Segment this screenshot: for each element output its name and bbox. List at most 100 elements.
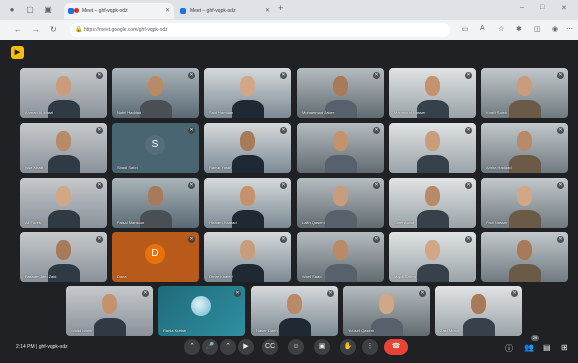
participant-tile[interactable]: ✕: [481, 232, 568, 282]
person-head: [56, 76, 71, 96]
mic-off-icon: ✕: [188, 182, 195, 189]
extensions-icon[interactable]: ✱: [516, 25, 522, 33]
participant-name: Majdi Salem: [394, 274, 417, 279]
activities-icon[interactable]: ⊞: [561, 343, 568, 352]
microphone-icon[interactable]: 🎤: [202, 339, 218, 355]
participant-tile[interactable]: ✕ Issa Khalil: [20, 123, 107, 173]
participant-tile[interactable]: ✕ Wael Saad: [297, 232, 384, 282]
raise-hand-icon[interactable]: ✋: [340, 339, 356, 355]
maximize-button[interactable]: □: [540, 4, 544, 11]
person-body: [232, 155, 264, 173]
participant-tile[interactable]: ✕ Naser Odeh: [251, 286, 338, 336]
close-tab-icon[interactable]: ✕: [265, 3, 270, 19]
participant-tile[interactable]: ✕: [297, 123, 384, 173]
participant-tile[interactable]: ✕ Amira Haddad: [481, 123, 568, 173]
participant-tile[interactable]: ✕ Laith Qasem: [297, 178, 384, 228]
address-bar[interactable]: 🔒 https://meet.google.com/ghf-vqpk-odz: [70, 23, 450, 37]
person-head: [471, 294, 486, 314]
participant-tile[interactable]: ✕ Mohammad Jaber: [297, 68, 384, 118]
info-icon[interactable]: ⓘ: [505, 343, 513, 354]
person-body: [232, 100, 264, 118]
collections-icon[interactable]: ◫: [534, 25, 541, 33]
back-arrow-icon[interactable]: ←: [14, 25, 22, 34]
cam-options-button[interactable]: ⌃: [220, 339, 236, 355]
chat-icon[interactable]: ▤: [543, 343, 551, 352]
participant-tile[interactable]: ✕ Ramzi Yusuf: [204, 123, 291, 173]
participant-name: Hisham Hamad: [209, 220, 237, 225]
minimize-button[interactable]: –: [520, 4, 524, 11]
person-head: [517, 186, 532, 206]
close-window-button[interactable]: ✕: [561, 4, 567, 12]
participant-name: Nabil Haddad: [117, 110, 142, 115]
person-head: [148, 76, 163, 96]
present-icon[interactable]: ▣: [314, 339, 330, 355]
browser-chrome: ● ▢ ▣ Meet – ghf-vqpk-odz ✕ Meet – ghf-v…: [0, 0, 578, 40]
mic-off-icon: ✕: [465, 127, 472, 134]
people-icon[interactable]: 👥: [524, 343, 534, 352]
participant-tile[interactable]: ✕ Yousef Qasem: [343, 286, 430, 336]
participant-tile[interactable]: ✕ Walid Nimer: [66, 286, 153, 336]
participant-tile[interactable]: ✕ Hisham Hamad: [204, 178, 291, 228]
participant-tile[interactable]: D ✕ Dana: [112, 232, 199, 282]
favorite-star-icon[interactable]: ☆: [498, 25, 504, 33]
participant-name: Dana: [117, 274, 127, 279]
participant-tile[interactable]: ✕ Khalil Saleh: [481, 68, 568, 118]
workspaces-icon[interactable]: ▢: [26, 6, 34, 14]
tab-actions-icon[interactable]: ▣: [44, 6, 52, 14]
person-body: [325, 210, 357, 228]
participant-name: Sami Awad: [394, 220, 414, 225]
mic-options-button[interactable]: ⌃: [184, 339, 200, 355]
end-call-icon[interactable]: ☎: [384, 339, 408, 355]
participant-tile[interactable]: ✕: [389, 123, 476, 173]
person-head: [240, 240, 255, 260]
participant-name: Wael Saad: [302, 274, 322, 279]
tab-meet-2[interactable]: Meet – ghf-vqpk-odz ✕: [176, 3, 274, 19]
person-head: [56, 186, 71, 206]
person-head: [148, 186, 163, 206]
participant-tile[interactable]: ✕ Omar Khaled: [204, 232, 291, 282]
participant-tile[interactable]: ✕ Ali Fares: [20, 178, 107, 228]
person-head: [56, 240, 71, 260]
participant-tile[interactable]: ✕ Nabil Haddad: [112, 68, 199, 118]
participant-tile[interactable]: ✕ Faisal Mansour: [112, 178, 199, 228]
participant-tile[interactable]: ✕ Fadi Nasser: [481, 178, 568, 228]
camera-icon[interactable]: ▶: [238, 339, 254, 355]
new-tab-button[interactable]: +: [278, 3, 283, 13]
person-head: [379, 294, 394, 314]
participant-tile[interactable]: ✕ Majdi Salem: [389, 232, 476, 282]
forward-arrow-icon[interactable]: →: [32, 25, 40, 34]
participant-tile[interactable]: ✕ Ahmad Al-Masri: [20, 68, 107, 118]
mic-off-icon: ✕: [96, 72, 103, 79]
camera-permission-icon[interactable]: ▭: [462, 25, 469, 33]
tab-title: Meet – ghf-vqpk-odz: [82, 8, 128, 14]
more-vert-icon[interactable]: ⋮: [362, 339, 378, 355]
participant-tile[interactable]: ✕ Bassam Abu Zaid: [20, 232, 107, 282]
mic-off-icon: ✕: [280, 127, 287, 134]
captions-icon[interactable]: CC: [262, 339, 278, 355]
read-aloud-icon[interactable]: A: [480, 25, 485, 32]
emoji-icon[interactable]: ☺: [288, 339, 304, 355]
mic-off-icon: ✕: [96, 182, 103, 189]
tab-meet-1[interactable]: Meet – ghf-vqpk-odz ✕: [64, 3, 174, 19]
person-body: [140, 210, 172, 228]
person-body: [509, 155, 541, 173]
person-head: [240, 131, 255, 151]
participant-tile[interactable]: ✕ Zaid Musa: [435, 286, 522, 336]
reload-icon[interactable]: ↻: [50, 25, 57, 34]
participant-tile[interactable]: ✕ Mahmoud Nasser: [389, 68, 476, 118]
meeting-controls-bar: 2:14 PM | ghf-vqpk-odz ⌃ 🎤 ⌃ ▶ CC ☺ ▣ ✋ …: [0, 331, 578, 363]
settings-more-icon[interactable]: ⋯: [566, 25, 573, 33]
person-body: [48, 264, 80, 282]
participant-tile[interactable]: ✕ Sami Awad: [389, 178, 476, 228]
profile-avatar-icon[interactable]: ◉: [552, 25, 558, 33]
participant-tile[interactable]: ✕ Said Hamdan: [204, 68, 291, 118]
profile-icon[interactable]: ●: [8, 6, 16, 14]
person-body: [48, 155, 80, 173]
mic-off-icon: ✕: [419, 290, 426, 297]
close-tab-icon[interactable]: ✕: [165, 3, 170, 19]
participant-tile[interactable]: S ✕ Shadi Sabri: [112, 123, 199, 173]
participant-avatar: [191, 296, 211, 316]
mic-off-icon: ✕: [557, 236, 564, 243]
person-body: [232, 210, 264, 228]
participant-tile[interactable]: ✕ Rania Kuttab: [158, 286, 245, 336]
